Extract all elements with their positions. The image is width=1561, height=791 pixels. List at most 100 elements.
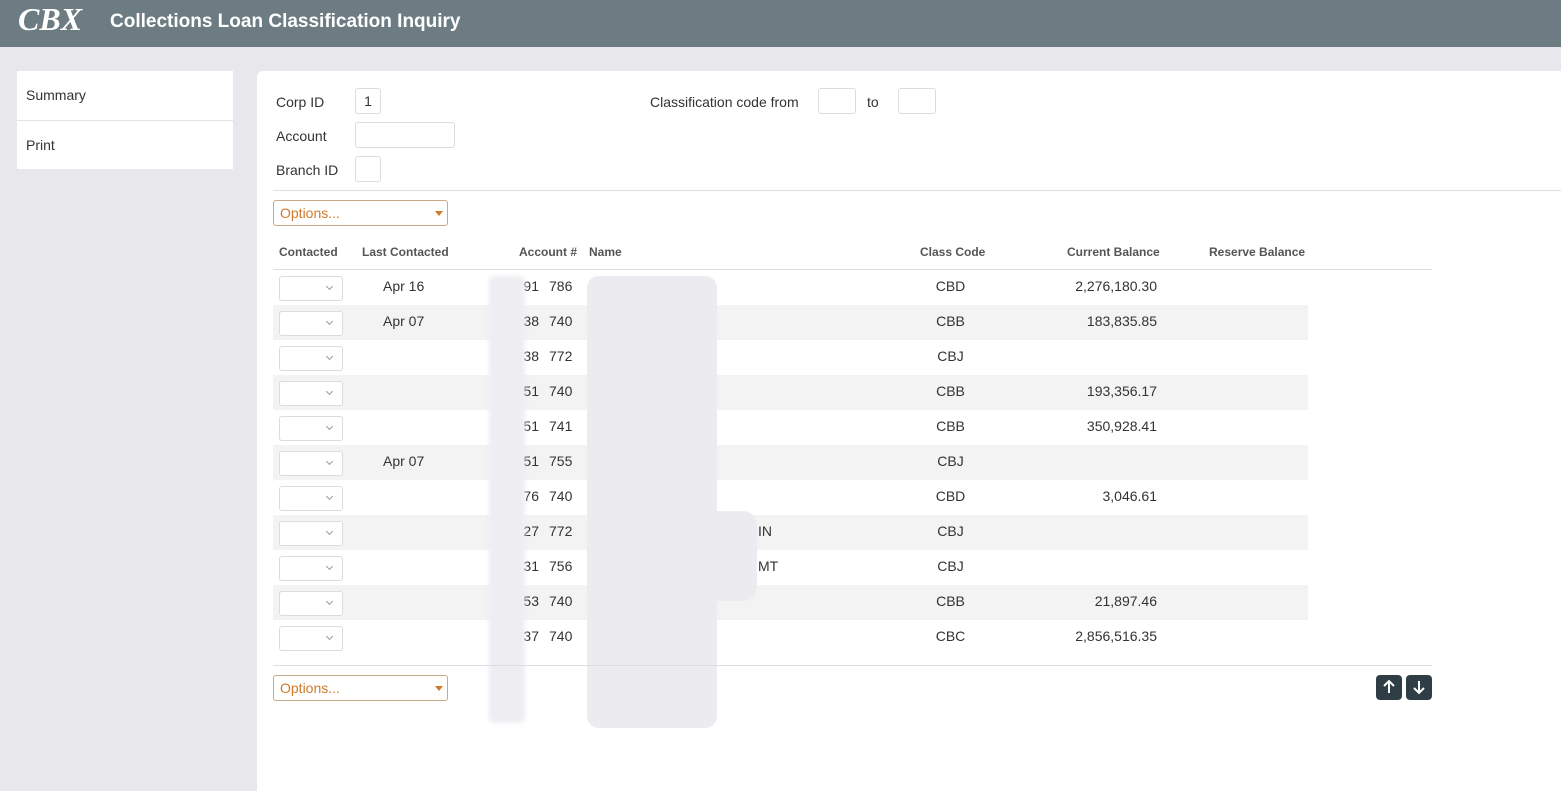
account-suffix-cell: 786 bbox=[549, 278, 573, 294]
cbx-logo: CBX bbox=[18, 1, 83, 37]
options-dropdown-top[interactable]: Options... bbox=[273, 200, 448, 226]
col-header-contacted: Contacted bbox=[279, 245, 338, 259]
corp-id-label: Corp ID bbox=[276, 94, 325, 110]
chevron-down-icon bbox=[325, 282, 334, 291]
account-suffix-cell: 741 bbox=[549, 418, 573, 434]
contacted-select[interactable] bbox=[279, 346, 343, 371]
table-row: 51 741 CBB 350,928.41 bbox=[273, 410, 1308, 445]
branch-id-label: Branch ID bbox=[276, 162, 339, 178]
account-suffix-cell: 740 bbox=[549, 488, 573, 504]
chevron-down-icon bbox=[325, 597, 334, 606]
options-label: Options... bbox=[280, 680, 340, 696]
scroll-up-button[interactable] bbox=[1376, 675, 1402, 700]
filter-divider bbox=[273, 190, 1561, 191]
contacted-select[interactable] bbox=[279, 521, 343, 546]
account-suffix-cell: 772 bbox=[549, 348, 573, 364]
chevron-down-icon bbox=[325, 457, 334, 466]
class-code-cell: CBB bbox=[936, 593, 965, 609]
contacted-select[interactable] bbox=[279, 311, 343, 336]
contacted-select[interactable] bbox=[279, 276, 343, 301]
sidebar-item-summary[interactable]: Summary bbox=[17, 71, 233, 120]
table-row: 38 772 CBJ bbox=[273, 340, 1308, 375]
class-code-cell: CBD bbox=[935, 278, 966, 294]
class-code-from-field[interactable] bbox=[818, 88, 856, 114]
chevron-down-icon bbox=[325, 422, 334, 431]
caret-down-icon bbox=[435, 686, 443, 691]
current-balance-cell: 350,928.41 bbox=[1086, 418, 1157, 434]
current-balance-cell: 193,356.17 bbox=[1086, 383, 1157, 399]
class-code-to-label: to bbox=[867, 94, 879, 110]
class-code-cell: CBB bbox=[936, 418, 965, 434]
class-code-cell: CBJ bbox=[937, 348, 964, 364]
account-suffix-cell: 755 bbox=[549, 453, 573, 469]
contacted-select[interactable] bbox=[279, 486, 343, 511]
arrow-down-icon bbox=[1413, 681, 1425, 695]
chevron-down-icon bbox=[325, 317, 334, 326]
chevron-down-icon bbox=[325, 387, 334, 396]
contacted-select[interactable] bbox=[279, 381, 343, 406]
scroll-down-button[interactable] bbox=[1406, 675, 1432, 700]
arrow-up-icon bbox=[1383, 679, 1395, 693]
main-panel: Corp ID Account Branch ID Classification… bbox=[257, 71, 1561, 791]
redaction-name bbox=[587, 276, 717, 728]
options-label: Options... bbox=[280, 205, 340, 221]
svg-text:CBX: CBX bbox=[18, 1, 83, 37]
contacted-select[interactable] bbox=[279, 626, 343, 651]
table-row: 53 740 CBB 21,897.46 bbox=[273, 585, 1308, 620]
account-field[interactable] bbox=[355, 122, 455, 148]
account-suffix-cell: 740 bbox=[549, 593, 573, 609]
class-code-cell: CBC bbox=[935, 628, 966, 644]
contacted-select[interactable] bbox=[279, 416, 343, 441]
app-header: CBX Collections Loan Classification Inqu… bbox=[0, 0, 1561, 47]
last-contacted-cell: Apr 16 bbox=[383, 278, 425, 294]
col-header-name: Name bbox=[589, 245, 622, 259]
chevron-down-icon bbox=[325, 352, 334, 361]
table-row: 51 740 CBB 193,356.17 bbox=[273, 375, 1308, 410]
class-code-cell: CBB bbox=[936, 383, 965, 399]
table-row: 76 740 CBD 3,046.61 bbox=[273, 480, 1308, 515]
page-title: Collections Loan Classification Inquiry bbox=[110, 11, 461, 32]
last-contacted-cell: Apr 07 bbox=[383, 453, 425, 469]
contacted-select[interactable] bbox=[279, 451, 343, 476]
chevron-down-icon bbox=[325, 527, 334, 536]
corp-id-field[interactable] bbox=[355, 88, 381, 114]
table-row: 27 772 IN CBJ bbox=[273, 515, 1308, 550]
class-code-cell: CBJ bbox=[937, 523, 964, 539]
table-row: 37 740 CBC 2,856,516.35 bbox=[273, 620, 1308, 655]
chevron-down-icon bbox=[325, 492, 334, 501]
class-code-cell: CBD bbox=[935, 488, 966, 504]
chevron-down-icon bbox=[325, 632, 334, 641]
account-suffix-cell: 756 bbox=[549, 558, 573, 574]
class-code-cell: CBB bbox=[936, 313, 965, 329]
table-row: Apr 16 91 786 CBD 2,276,180.30 bbox=[273, 270, 1308, 305]
current-balance-cell: 21,897.46 bbox=[1094, 593, 1157, 609]
account-label: Account bbox=[276, 128, 327, 144]
contacted-select[interactable] bbox=[279, 556, 343, 581]
last-contacted-cell: Apr 07 bbox=[383, 313, 425, 329]
class-code-to-field[interactable] bbox=[898, 88, 936, 114]
col-header-reserve-balance: Reserve Balance bbox=[1209, 245, 1306, 259]
current-balance-cell: 183,835.85 bbox=[1086, 313, 1157, 329]
table-row: 31 756 MT CBJ bbox=[273, 550, 1308, 585]
col-header-account: Account # bbox=[519, 245, 578, 259]
redaction-account bbox=[489, 276, 525, 723]
caret-down-icon bbox=[435, 211, 443, 216]
account-suffix-cell: 740 bbox=[549, 628, 573, 644]
contacted-select[interactable] bbox=[279, 591, 343, 616]
redaction-name-extra bbox=[587, 511, 757, 601]
col-header-class-code: Class Code bbox=[920, 245, 986, 259]
sidebar: Summary Print bbox=[17, 71, 233, 169]
options-dropdown-bottom[interactable]: Options... bbox=[273, 675, 448, 701]
table-row: Apr 07 38 740 CBB 183,835.85 bbox=[273, 305, 1308, 340]
class-code-cell: CBJ bbox=[937, 558, 964, 574]
chevron-down-icon bbox=[325, 562, 334, 571]
account-suffix-cell: 740 bbox=[549, 313, 573, 329]
account-suffix-cell: 740 bbox=[549, 383, 573, 399]
footer-divider bbox=[273, 665, 1432, 666]
current-balance-cell: 3,046.61 bbox=[1102, 488, 1158, 504]
current-balance-cell: 2,856,516.35 bbox=[1075, 628, 1157, 644]
sidebar-item-print[interactable]: Print bbox=[17, 120, 233, 169]
current-balance-cell: 2,276,180.30 bbox=[1075, 278, 1157, 294]
branch-id-field[interactable] bbox=[355, 156, 381, 182]
class-code-from-label: Classification code from bbox=[650, 94, 799, 110]
